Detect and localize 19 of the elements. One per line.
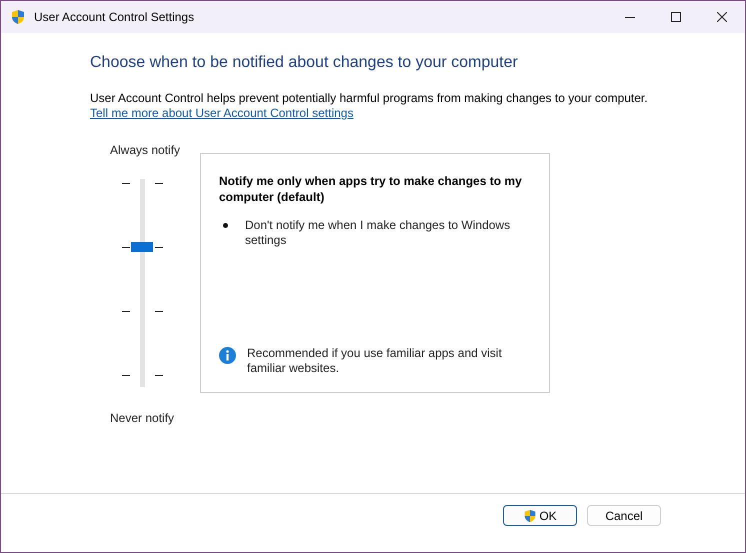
recommendation-text: Recommended if you use familiar apps and visit familiar websites.	[247, 346, 503, 376]
shield-icon	[10, 9, 26, 25]
bullet-icon	[223, 223, 228, 228]
minimize-icon	[625, 16, 635, 18]
slider-bottom-label: Never notify	[110, 410, 174, 427]
bullet-text: Don't notify me when I make changes to Windows settings	[245, 218, 512, 248]
panel-title: Notify me only when apps try to make changes to my computer (default)	[219, 173, 523, 205]
shield-icon	[523, 508, 538, 522]
maximize-icon	[671, 12, 681, 22]
description-text: User Account Control helps prevent potentially harmful programs from making changes to your computer.	[90, 91, 649, 106]
close-icon	[717, 12, 727, 22]
slider-thumb[interactable]	[131, 242, 153, 252]
window-title: User Account Control Settings	[34, 9, 194, 26]
slider-top-label: Always notify	[110, 142, 180, 159]
learn-more-link[interactable]: Tell me more about User Account Control settings	[90, 106, 354, 121]
ok-button[interactable]: OK	[503, 505, 577, 526]
page-heading: Choose when to be notified about changes to your computer	[90, 53, 519, 73]
info-icon	[219, 347, 236, 364]
cancel-button[interactable]: Cancel	[587, 505, 661, 526]
